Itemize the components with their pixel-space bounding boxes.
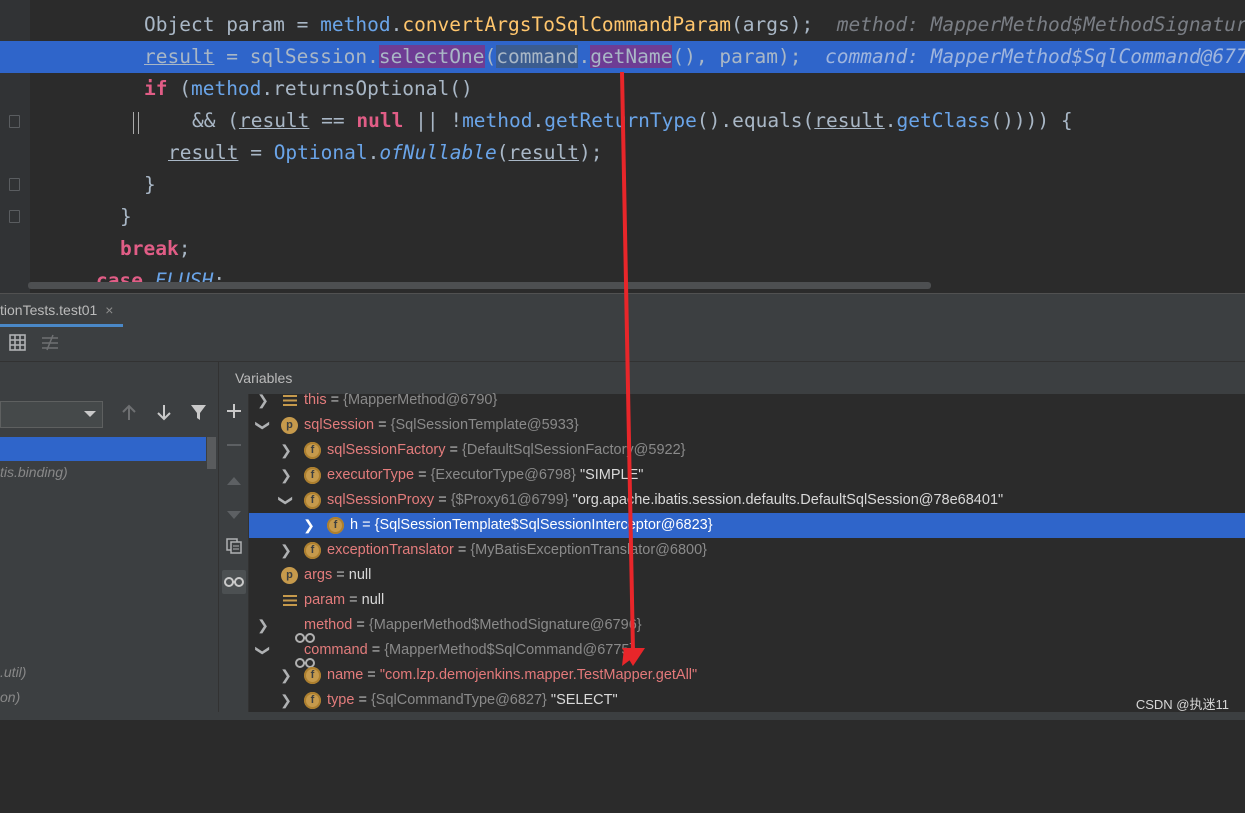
field-icon: f: [304, 692, 321, 709]
frame-item[interactable]: tis.binding): [0, 464, 68, 480]
code-line-3[interactable]: if (method.returnsOptional(): [144, 73, 473, 105]
chevron-right-icon[interactable]: ❯: [280, 688, 292, 713]
parameter-icon: p: [281, 417, 298, 434]
fold-marker[interactable]: [9, 115, 20, 128]
copy-icon[interactable]: [222, 536, 246, 560]
fold-marker[interactable]: [9, 178, 20, 191]
code-editor[interactable]: Object param = method.convertArgsToSqlCo…: [0, 0, 1245, 293]
variable-row-command[interactable]: ❯ command = {MapperMethod$SqlCommand@677…: [249, 638, 1245, 668]
glasses-icon: [279, 643, 315, 668]
move-down-icon[interactable]: [222, 502, 246, 526]
minus-icon[interactable]: [222, 434, 246, 458]
variable-row-sqlSessionFactory[interactable]: ❯ f sqlSessionFactory = {DefaultSqlSessi…: [249, 438, 1245, 463]
selected-method-getName: getName: [590, 45, 673, 68]
status-bar: [0, 712, 1245, 720]
inline-debug-hint: method: MapperMethod$MethodSignature@679…: [836, 13, 1245, 36]
chevron-right-icon[interactable]: ❯: [280, 438, 292, 463]
thread-dropdown[interactable]: [0, 401, 103, 428]
code-line-7[interactable]: }: [120, 201, 132, 233]
selected-method-selectOne: selectOne: [378, 45, 485, 68]
close-icon[interactable]: ×: [105, 302, 113, 318]
variable-row-this[interactable]: ❯ this = {MapperMethod@6790}: [249, 388, 1245, 413]
variable-row-type[interactable]: ❯ f type = {SqlCommandType@6827} "SELECT…: [249, 688, 1245, 713]
editor-horizontal-scrollbar[interactable]: [28, 282, 931, 289]
field-icon: f: [304, 542, 321, 559]
field-icon: f: [304, 442, 321, 459]
chevron-right-icon[interactable]: ❯: [303, 513, 315, 538]
code-line-4[interactable]: && (result == null || !method.getReturnT…: [192, 105, 1073, 137]
chevron-down-icon[interactable]: ❯: [274, 495, 299, 507]
field-icon: f: [304, 492, 321, 509]
field-icon: f: [327, 517, 344, 534]
layout-settings-icon[interactable]: [40, 334, 60, 354]
filter-icon[interactable]: [190, 404, 207, 426]
variable-row-method[interactable]: ❯ method = {MapperMethod$MethodSignature…: [249, 613, 1245, 643]
glasses-icon: [279, 618, 315, 643]
move-up-icon[interactable]: [222, 468, 246, 492]
variable-row-sqlSessionProxy[interactable]: ❯ f sqlSessionProxy = {$Proxy61@6799} "o…: [249, 488, 1245, 513]
tab-debug-session[interactable]: tionTests.test01 ×: [0, 294, 124, 327]
field-icon: f: [304, 467, 321, 484]
chevron-right-icon[interactable]: ❯: [257, 613, 269, 638]
chevron-down-icon[interactable]: ❯: [251, 420, 276, 432]
glasses-icon[interactable]: [222, 570, 246, 594]
variable-row-args[interactable]: p args = null: [249, 563, 1245, 588]
chevron-down-icon: [84, 411, 96, 417]
plus-icon[interactable]: [222, 400, 246, 424]
chevron-right-icon[interactable]: ❯: [280, 463, 292, 488]
parameter-icon: p: [281, 567, 298, 584]
code-line-1[interactable]: Object param = method.convertArgsToSqlCo…: [144, 9, 1245, 41]
list-icon: [283, 595, 297, 606]
variable-row-sqlSession[interactable]: ❯ p sqlSession = {SqlSessionTemplate@593…: [249, 413, 1245, 438]
variable-row-param[interactable]: param = null: [249, 588, 1245, 613]
chevron-down-icon[interactable]: ❯: [251, 645, 276, 657]
code-line-6[interactable]: }: [144, 169, 156, 201]
table-view-icon[interactable]: [7, 334, 27, 354]
code-line-5[interactable]: result = Optional.ofNullable(result);: [168, 137, 602, 169]
frame-item[interactable]: on): [0, 689, 20, 705]
watermark: CSDN @执迷11: [1135, 697, 1229, 712]
chevron-right-icon[interactable]: ❯: [280, 663, 292, 688]
frames-panel: tis.binding) .util) on): [0, 362, 219, 720]
variable-row-exceptionTranslator[interactable]: ❯ f exceptionTranslator = {MyBatisExcept…: [249, 538, 1245, 563]
fold-marker[interactable]: [9, 210, 20, 223]
debug-toolbar: [0, 327, 1245, 362]
arrow-up-icon[interactable]: [122, 404, 136, 426]
variables-panel: Variables ❯ this = {MapperMethod@6790} ❯…: [219, 362, 1245, 720]
code-line-8[interactable]: break;: [120, 233, 190, 265]
list-icon: [283, 395, 297, 406]
variable-row-executorType[interactable]: ❯ f executorType = {ExecutorType@6798} "…: [249, 463, 1245, 488]
chevron-right-icon[interactable]: ❯: [257, 388, 269, 413]
chevron-right-icon[interactable]: ❯: [280, 538, 292, 563]
frame-item[interactable]: .util): [0, 664, 26, 680]
variables-side-toolbar: [219, 394, 249, 720]
code-line-2-current[interactable]: result = sqlSession.selectOne(command.ge…: [0, 41, 1245, 73]
inline-debug-hint: command: MapperMethod$SqlCommand@6775: [825, 45, 1245, 68]
arrow-down-icon[interactable]: [157, 404, 171, 426]
frames-scrollbar[interactable]: [207, 437, 216, 469]
tab-label: tionTests.test01: [0, 302, 98, 318]
panel-title: Variables: [235, 370, 293, 386]
variable-row-h[interactable]: ❯ f h = {SqlSessionTemplate$SqlSessionIn…: [249, 513, 1245, 538]
frame-item-selected[interactable]: [0, 437, 206, 461]
field-icon: f: [304, 667, 321, 684]
debug-tab-bar: tionTests.test01 ×: [0, 293, 1245, 327]
text-cursor-icon: [133, 112, 139, 134]
variable-row-name[interactable]: ❯ f name = "com.lzp.demojenkins.mapper.T…: [249, 663, 1245, 688]
